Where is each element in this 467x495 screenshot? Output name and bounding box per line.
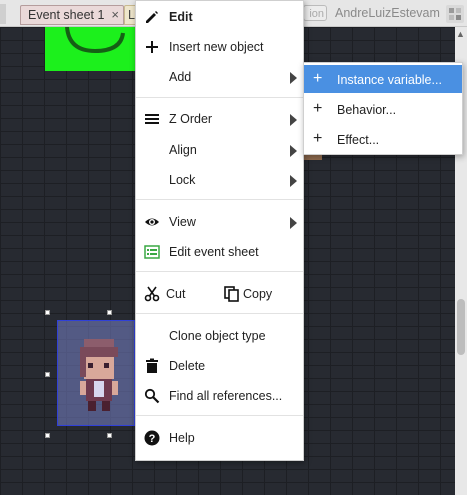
help-icon: ? bbox=[144, 430, 160, 446]
tab-layout-label: L bbox=[128, 8, 135, 22]
chevron-right-icon bbox=[290, 175, 297, 187]
menu-item-edit-event-sheet[interactable]: Edit event sheet bbox=[136, 238, 303, 266]
submenu-item-label: Instance variable... bbox=[337, 73, 442, 87]
scissors-icon bbox=[144, 286, 160, 302]
username[interactable]: AndreLuizEstevam bbox=[335, 6, 440, 20]
list-lines-icon bbox=[145, 114, 159, 124]
tab-event-sheet[interactable]: Event sheet 1 × bbox=[20, 5, 124, 25]
menu-item-delete[interactable]: Delete bbox=[136, 352, 303, 380]
menu-separator bbox=[136, 199, 303, 200]
chevron-right-icon bbox=[290, 145, 297, 157]
submenu-item-behavior[interactable]: + Behavior... bbox=[304, 95, 462, 123]
copy-icon bbox=[224, 286, 239, 302]
svg-text:?: ? bbox=[149, 433, 156, 445]
resize-handle[interactable] bbox=[107, 310, 112, 315]
chevron-right-icon bbox=[290, 114, 297, 126]
plus-icon bbox=[146, 41, 158, 53]
menu-item-label: Lock bbox=[169, 173, 196, 187]
tab-separator bbox=[0, 4, 6, 24]
submenu-item-effect[interactable]: + Effect... bbox=[304, 125, 462, 153]
menu-item-find-all-references[interactable]: Find all references... bbox=[136, 382, 303, 410]
plus-icon: + bbox=[313, 130, 323, 147]
player-sprite-image bbox=[80, 339, 118, 411]
menu-item-label: Cut bbox=[166, 287, 186, 301]
menu-item-clone-object-type[interactable]: Clone object type bbox=[136, 322, 303, 350]
menu-item-align[interactable]: Align bbox=[136, 136, 303, 164]
menu-item-label: Edit event sheet bbox=[169, 245, 259, 259]
search-icon bbox=[144, 388, 160, 404]
plus-icon: + bbox=[313, 100, 323, 117]
avatar[interactable] bbox=[446, 5, 464, 23]
green-sprite-image bbox=[65, 27, 125, 54]
menu-separator bbox=[136, 97, 303, 98]
resize-handle[interactable] bbox=[45, 372, 50, 377]
menu-item-cut[interactable]: Cut bbox=[136, 280, 216, 308]
menu-item-label: Insert new object bbox=[169, 40, 264, 54]
menu-item-z-order[interactable]: Z Order bbox=[136, 105, 303, 133]
menu-item-insert-new-object[interactable]: Insert new object bbox=[136, 33, 303, 61]
menu-item-add[interactable]: Add bbox=[136, 63, 303, 91]
close-icon[interactable]: × bbox=[111, 6, 119, 24]
submenu-item-label: Effect... bbox=[337, 133, 380, 147]
plus-icon: + bbox=[313, 70, 323, 87]
menu-item-help[interactable]: ? Help bbox=[136, 424, 303, 452]
menu-item-label: Align bbox=[169, 143, 197, 157]
resize-handle[interactable] bbox=[45, 433, 50, 438]
menu-item-label: Copy bbox=[243, 287, 273, 301]
event-sheet-icon bbox=[144, 245, 160, 259]
chevron-right-icon bbox=[290, 72, 297, 84]
context-menu: Edit Insert new object Add Z Order Align… bbox=[135, 0, 304, 461]
menu-separator bbox=[136, 313, 303, 314]
scroll-up-icon[interactable]: ▲ bbox=[456, 29, 465, 39]
user-tag: ion bbox=[303, 5, 327, 21]
avatar-icon bbox=[449, 8, 461, 20]
menu-item-label: Z Order bbox=[169, 112, 213, 126]
menu-item-label: Find all references... bbox=[169, 389, 283, 403]
menu-item-label: Delete bbox=[169, 359, 206, 373]
submenu-item-label: Behavior... bbox=[337, 103, 397, 117]
menu-separator bbox=[136, 271, 303, 272]
scrollbar-thumb[interactable] bbox=[457, 299, 465, 355]
menu-item-label: Clone object type bbox=[169, 329, 266, 343]
pencil-icon bbox=[146, 11, 158, 23]
menu-item-label: Add bbox=[169, 70, 192, 84]
user-area: ion AndreLuizEstevam bbox=[303, 5, 467, 23]
submenu-item-instance-variable[interactable]: + Instance variable... bbox=[304, 65, 462, 93]
trash-icon bbox=[146, 358, 158, 373]
menu-separator bbox=[136, 415, 303, 416]
menu-item-lock[interactable]: Lock bbox=[136, 166, 303, 194]
eye-icon bbox=[145, 218, 159, 226]
chevron-right-icon bbox=[290, 217, 297, 229]
add-submenu: + Instance variable... + Behavior... + E… bbox=[303, 62, 463, 155]
menu-item-edit[interactable]: Edit bbox=[136, 3, 303, 31]
green-sprite-object[interactable] bbox=[45, 27, 138, 71]
menu-item-copy[interactable]: Copy bbox=[216, 280, 303, 308]
resize-handle[interactable] bbox=[45, 310, 50, 315]
menu-item-label: Help bbox=[169, 431, 195, 445]
menu-item-label: Edit bbox=[169, 10, 193, 24]
player-sprite-object[interactable] bbox=[57, 320, 135, 426]
menu-item-label: View bbox=[169, 215, 196, 229]
resize-handle[interactable] bbox=[107, 433, 112, 438]
tab-event-sheet-label: Event sheet 1 bbox=[28, 8, 105, 22]
menu-item-view[interactable]: View bbox=[136, 208, 303, 236]
